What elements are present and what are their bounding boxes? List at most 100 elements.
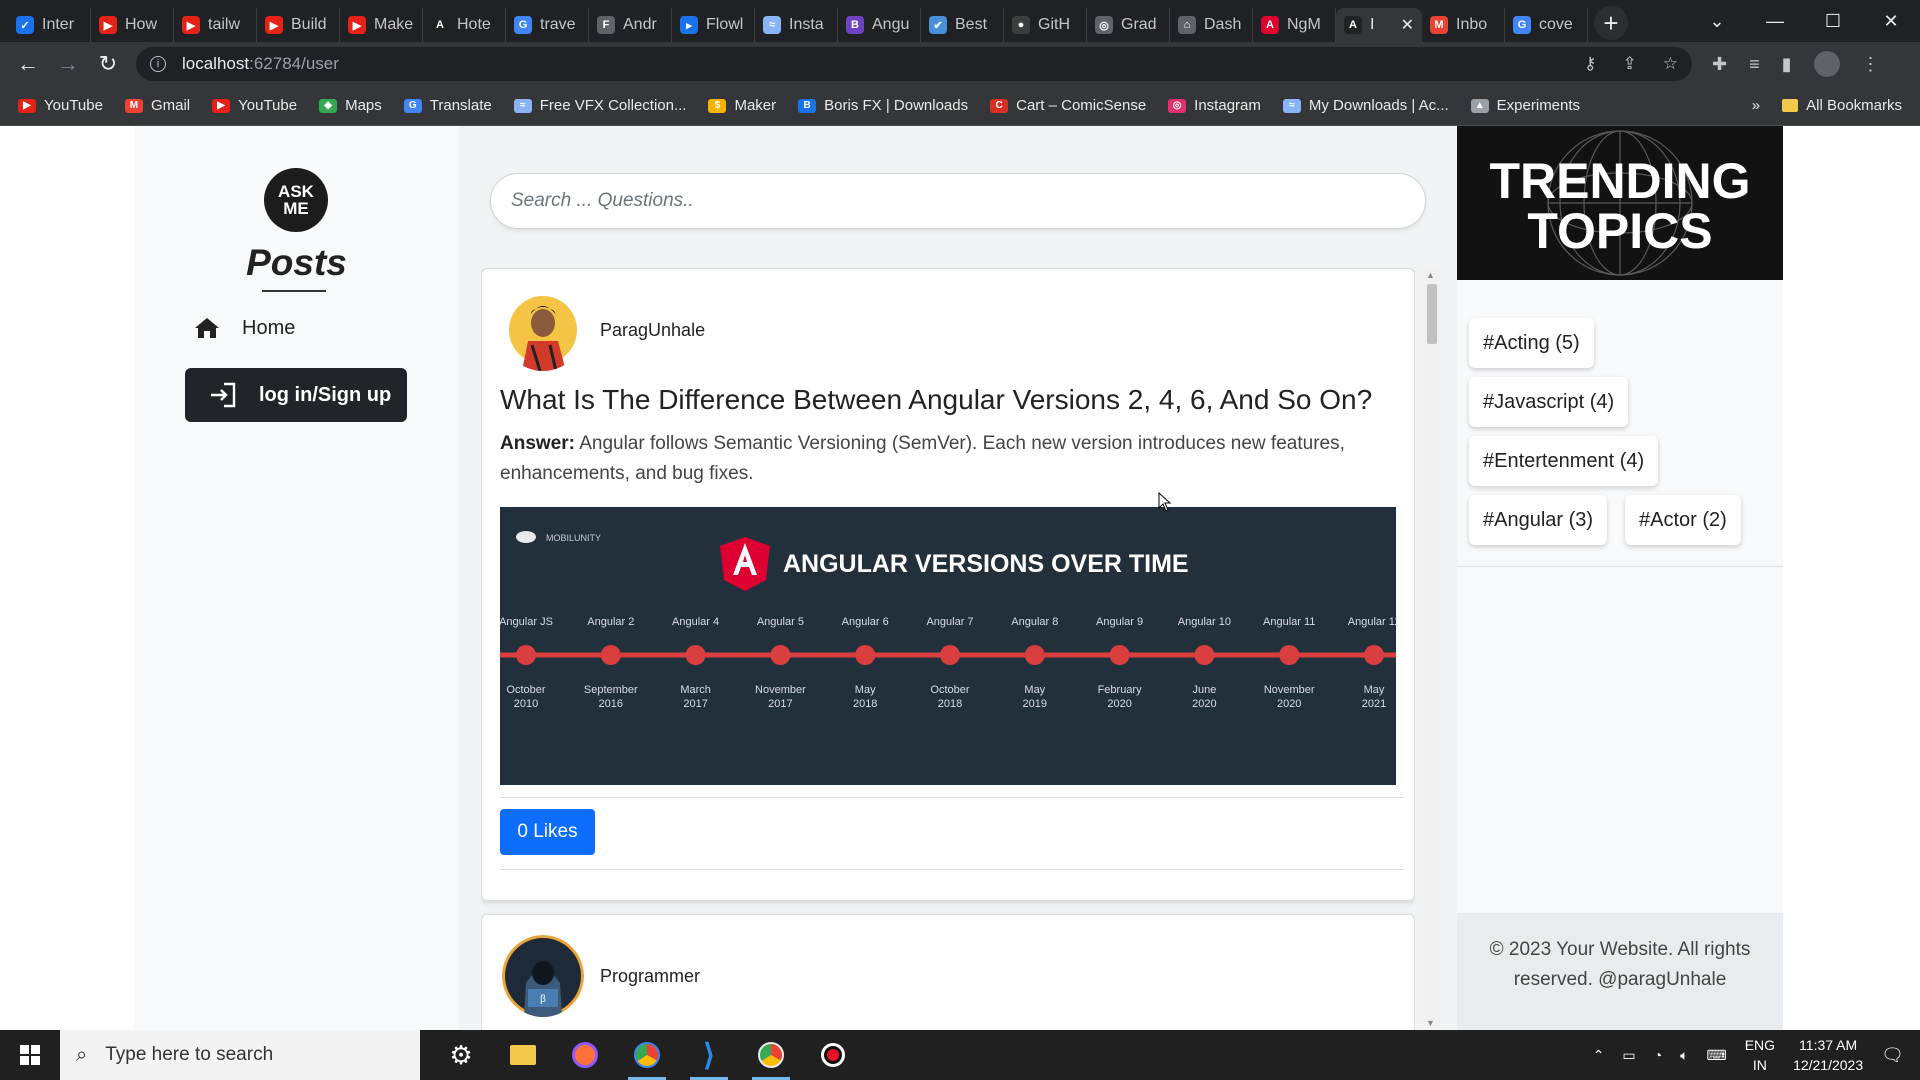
bookmarks-overflow-icon[interactable]: » [1752, 97, 1760, 114]
bookmark-star-icon[interactable]: ☆ [1663, 54, 1678, 74]
back-button[interactable]: ← [10, 46, 46, 82]
firefox-icon[interactable] [554, 1030, 616, 1080]
browser-tab[interactable]: ⌂ Dash [1170, 8, 1253, 42]
close-window-button[interactable]: ✕ [1862, 11, 1920, 32]
extensions-icon[interactable]: ✚ [1712, 54, 1727, 75]
browser-tab[interactable]: A I ✕ [1336, 8, 1422, 42]
tag-acting[interactable]: #Acting (5) [1469, 318, 1594, 368]
browser-tab[interactable]: ▶ tailw [174, 8, 257, 42]
bookmark-item[interactable]: ▶ YouTube [212, 97, 297, 114]
address-bar[interactable]: i localhost:62784/user ⚷ ⇪ ☆ [136, 47, 1692, 81]
browser-tab[interactable]: ▶ How [91, 8, 174, 42]
minimize-button[interactable]: — [1746, 11, 1804, 32]
menu-kebab-icon[interactable]: ⋮ [1862, 54, 1880, 75]
bookmark-item[interactable]: ▲ Experiments [1470, 97, 1580, 114]
screen-recorder-icon[interactable] [802, 1030, 864, 1080]
login-signup-button[interactable]: log in/Sign up [185, 368, 407, 422]
taskbar-search-box[interactable]: ⌕ Type here to search [60, 1030, 420, 1080]
bookmark-label: Free VFX Collection... [539, 97, 687, 114]
scroll-up-arrow-icon[interactable]: ▲ [1426, 270, 1435, 280]
browser-tab[interactable]: ▸ Flowl [672, 8, 755, 42]
language-indicator[interactable]: ENG IN [1745, 1035, 1775, 1075]
browser-tab[interactable]: Gtrave [506, 8, 589, 42]
tab-favicon-icon: A [1344, 16, 1362, 34]
tag-angular[interactable]: #Angular (3) [1469, 495, 1608, 545]
notifications-icon[interactable]: 🗨︎ [1881, 1045, 1904, 1066]
bookmark-item[interactable]: M Gmail [124, 97, 190, 114]
reload-button[interactable]: ↻ [90, 46, 126, 82]
site-info-icon[interactable]: i [150, 56, 166, 72]
chrome-profile-icon[interactable] [740, 1030, 802, 1080]
bookmark-item[interactable]: ◎ Instagram [1168, 97, 1261, 114]
share-icon[interactable]: ⇪ [1623, 54, 1637, 74]
like-button[interactable]: 0 Likes [500, 809, 595, 855]
maximize-button[interactable]: ☐ [1804, 11, 1862, 32]
browser-tab[interactable]: ● GitH [1004, 8, 1087, 42]
bookmark-item[interactable]: ▶ YouTube [18, 97, 103, 114]
browser-tab[interactable]: ▶ Build [257, 8, 340, 42]
tab-title: How [125, 16, 158, 33]
browser-tab[interactable]: ✓ Inter [8, 8, 91, 42]
vscode-icon[interactable]: ⟩ [678, 1030, 740, 1080]
tray-overflow-icon[interactable]: ⌃ [1593, 1047, 1605, 1064]
tag-entertenment[interactable]: #Entertenment (4) [1469, 436, 1659, 486]
windows-logo-icon [20, 1045, 40, 1065]
browser-tab[interactable]: F Andr [589, 8, 672, 42]
bookmark-item[interactable]: B Boris FX | Downloads [798, 97, 968, 114]
tag-javascript[interactable]: #Javascript (4) [1469, 377, 1629, 427]
start-button[interactable] [0, 1030, 60, 1080]
bookmark-item[interactable]: ◆ Maps [319, 97, 382, 114]
nav-home-link[interactable]: Home [194, 316, 295, 340]
browser-tab[interactable]: B Angu [838, 8, 921, 42]
bookmark-item[interactable]: C Cart – ComicSense [990, 97, 1146, 114]
bookmark-item[interactable]: ≈ My Downloads | Ac... [1282, 97, 1449, 114]
version-date-year: 2019 [1023, 698, 1047, 710]
side-panel-icon[interactable]: ▮ [1782, 54, 1792, 75]
tab-search-icon[interactable]: ⌄ [1688, 11, 1746, 32]
browser-tab[interactable]: ▶ Make [340, 8, 423, 42]
feed-scrollbar[interactable]: ▲ ▼ [1423, 268, 1441, 1030]
browser-tab[interactable]: A Hote [423, 8, 506, 42]
wifi-icon[interactable]: ◔ [1654, 1047, 1662, 1063]
browser-tab[interactable]: ≈ Insta [755, 8, 838, 42]
post-author[interactable]: ParagUnhale [502, 289, 705, 371]
forward-button[interactable]: → [50, 46, 86, 82]
browser-tab[interactable]: A NgM [1253, 8, 1336, 42]
tab-title: Inbo [1456, 16, 1488, 33]
tag-actor[interactable]: #Actor (2) [1625, 495, 1741, 545]
browser-tab[interactable]: ✔ Best [921, 8, 1004, 42]
clock[interactable]: 11:37 AM 12/21/2023 [1793, 1035, 1863, 1075]
battery-icon[interactable]: ▭ [1622, 1047, 1635, 1064]
trending-topics-banner: TRENDING TOPICS [1457, 126, 1783, 280]
file-explorer-icon[interactable] [492, 1030, 554, 1080]
browser-tab[interactable]: M Inbo [1422, 8, 1505, 42]
answer-label: Answer: [500, 433, 575, 454]
password-key-icon[interactable]: ⚷ [1584, 54, 1596, 74]
media-queue-icon[interactable]: ≡ [1749, 54, 1760, 75]
ask-me-logo[interactable]: ASK ME [264, 168, 328, 232]
scroll-down-arrow-icon[interactable]: ▼ [1426, 1018, 1435, 1028]
version-label: Angular 9 [1096, 616, 1143, 628]
tab-title: Dash [1204, 16, 1242, 33]
timeline-dot [1364, 645, 1384, 665]
search-input[interactable]: Search ... Questions.. [490, 173, 1426, 229]
close-tab-icon[interactable]: ✕ [1401, 15, 1414, 35]
tab-title: Make [374, 16, 414, 33]
bookmark-favicon-icon: ▲ [1470, 98, 1489, 113]
keyboard-icon[interactable]: ⌨ [1707, 1047, 1727, 1064]
browser-tab[interactable]: ◎ Grad [1087, 8, 1170, 42]
login-signup-label: log in/Sign up [259, 383, 392, 406]
new-tab-button[interactable]: + [1594, 6, 1628, 40]
volume-icon[interactable]: 🔈︎ [1680, 1047, 1688, 1064]
question-title[interactable]: What Is The Difference Between Angular V… [500, 384, 1400, 416]
bookmark-item[interactable]: $ Maker [708, 97, 776, 114]
browser-tab[interactable]: Gcove [1505, 8, 1588, 42]
all-bookmarks-button[interactable]: All Bookmarks [1782, 97, 1902, 114]
post-author[interactable]: β Programmer [502, 935, 700, 1017]
bookmark-item[interactable]: G Translate [403, 97, 492, 114]
bookmark-item[interactable]: ≈ Free VFX Collection... [513, 97, 687, 114]
scroll-thumb[interactable] [1427, 284, 1437, 344]
chrome-icon[interactable] [616, 1030, 678, 1080]
profile-avatar[interactable] [1813, 51, 1840, 77]
settings-app-icon[interactable]: ⚙ [430, 1030, 492, 1080]
